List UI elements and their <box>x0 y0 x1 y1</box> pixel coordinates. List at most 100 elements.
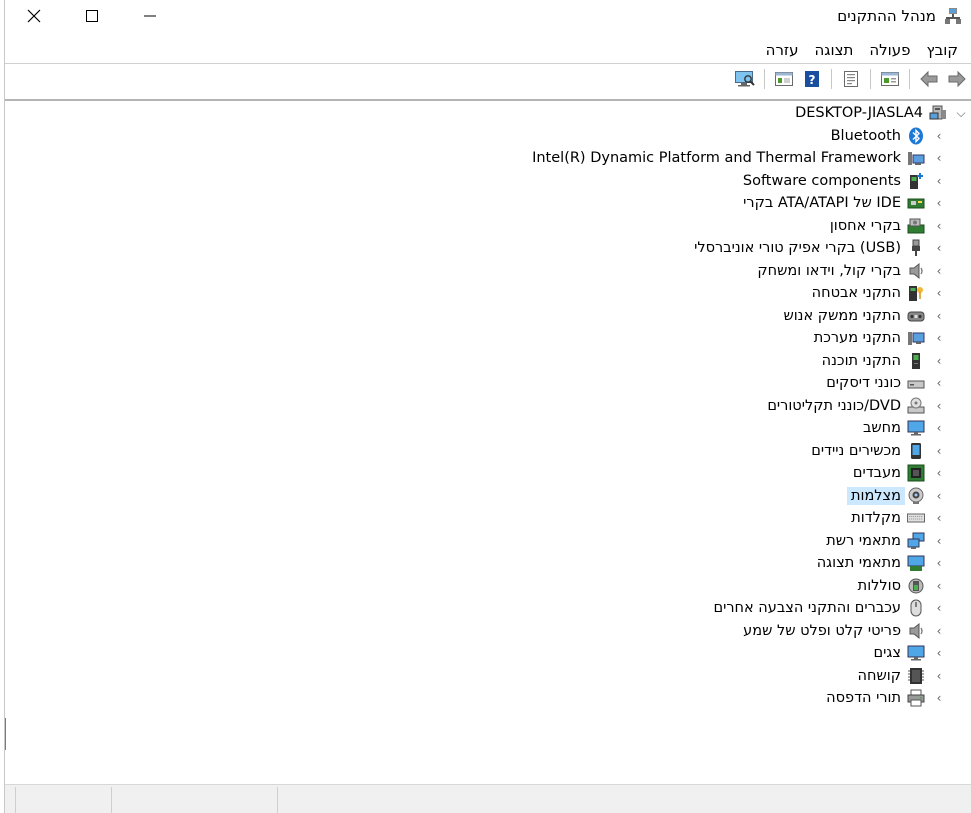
menu-file[interactable]: קובץ <box>919 41 967 59</box>
status-segment <box>277 787 278 813</box>
chevron-left-icon[interactable]: ‹ <box>929 129 949 143</box>
chevron-left-icon[interactable]: ‹ <box>929 331 949 345</box>
printer-icon <box>907 689 925 707</box>
tree-item-label: מקלדות <box>851 510 901 527</box>
tree-item-processors[interactable]: ‹ מעבדים <box>5 462 971 485</box>
tree-item-thermal-framework[interactable]: ‹ Intel(R) Dynamic Platform and Thermal … <box>5 147 971 170</box>
properties-button[interactable] <box>838 67 864 91</box>
toolbar-separator <box>764 69 765 89</box>
chevron-left-icon[interactable]: ‹ <box>929 241 949 255</box>
tree-item-bluetooth[interactable]: ‹ Bluetooth <box>5 125 971 148</box>
back-icon <box>920 70 938 88</box>
tree-item-software-devices[interactable]: ‹ התקני תוכנה <box>5 350 971 373</box>
tree-item-mice[interactable]: ‹ עכברים והתקני הצבעה אחרים <box>5 597 971 620</box>
dvd-drive-icon <box>907 397 925 414</box>
window-title-text: מנהל ההתקנים <box>837 7 936 25</box>
audio-icon <box>909 262 923 279</box>
tree-item-label: בקרי אחסון <box>829 217 901 234</box>
menu-view[interactable]: תצוגה <box>807 41 862 59</box>
chevron-left-icon[interactable]: ‹ <box>929 196 949 210</box>
tree-item-software-components[interactable]: ‹ Software components <box>5 170 971 193</box>
chevron-left-icon[interactable]: ‹ <box>929 376 949 390</box>
device-manager-icon <box>945 8 961 24</box>
system-devices-icon <box>908 332 925 346</box>
close-icon <box>27 9 41 23</box>
tree-item-dvd-drives[interactable]: ‹ כונני תקליטורים/DVD <box>5 395 971 418</box>
tree-item-display-adapters[interactable]: ‹ מתאמי תצוגה <box>5 552 971 575</box>
chevron-left-icon[interactable]: ‹ <box>929 151 949 165</box>
tree-item-storage-controllers[interactable]: ‹ בקרי אחסון <box>5 215 971 238</box>
tree-item-label: מצלמות <box>846 486 905 505</box>
properties-icon <box>844 71 858 87</box>
show-hide-console-tree-button[interactable] <box>877 67 903 91</box>
help-button[interactable]: ? <box>799 67 825 91</box>
menu-help[interactable]: עזרה <box>758 41 807 59</box>
tree-item-audio-io[interactable]: ‹ פריטי קלט ופלט של שמע <box>5 620 971 643</box>
tree-item-monitors[interactable]: ‹ צגים <box>5 642 971 665</box>
title-bar: מנהל ההתקנים <box>5 0 971 32</box>
tree-item-portable-devices[interactable]: ‹ מכשירים ניידים <box>5 440 971 463</box>
tree-item-label: קושחה <box>857 667 901 684</box>
mouse-icon <box>910 599 922 617</box>
chevron-left-icon[interactable]: ‹ <box>929 534 949 548</box>
back-button[interactable] <box>916 67 942 91</box>
forward-button[interactable] <box>944 67 970 91</box>
chevron-left-icon[interactable]: ‹ <box>929 646 949 660</box>
view-pane-button[interactable] <box>771 67 797 91</box>
tree-item-hid[interactable]: ‹ התקני ממשק אנוש <box>5 305 971 328</box>
chevron-left-icon[interactable]: ‹ <box>929 399 949 413</box>
status-bar <box>5 784 971 813</box>
tree-item-network-adapters[interactable]: ‹ מתאמי רשת <box>5 530 971 553</box>
chevron-left-icon[interactable]: ‹ <box>929 444 949 458</box>
tree-item-label: בקרי אפיק טורי אוניברסלי (USB) <box>694 240 901 257</box>
close-button[interactable] <box>5 0 63 32</box>
battery-icon <box>908 578 924 594</box>
chevron-left-icon[interactable]: ‹ <box>929 601 949 615</box>
chevron-left-icon[interactable]: ‹ <box>929 354 949 368</box>
tree-root[interactable]: ⌵ DESKTOP-JIASLA4 <box>5 102 971 125</box>
chevron-left-icon[interactable]: ‹ <box>929 309 949 323</box>
tree-item-firmware[interactable]: ‹ קושחה <box>5 665 971 688</box>
toolbar-separator <box>909 69 910 89</box>
chevron-left-icon[interactable]: ‹ <box>929 691 949 705</box>
splitter-marker <box>5 718 6 750</box>
tree-item-print-queues[interactable]: ‹ תורי הדפסה <box>5 687 971 710</box>
show-hide-console-tree-icon <box>881 72 899 86</box>
chevron-left-icon[interactable]: ‹ <box>929 556 949 570</box>
chevron-left-icon[interactable]: ‹ <box>929 421 949 435</box>
chevron-left-icon[interactable]: ‹ <box>929 511 949 525</box>
monitor-icon <box>907 420 925 436</box>
chevron-left-icon[interactable]: ‹ <box>929 286 949 300</box>
ide-controller-icon <box>907 198 925 209</box>
chevron-left-icon[interactable]: ‹ <box>929 669 949 683</box>
tree-item-ide-controllers[interactable]: ‹ בקרי ATA/ATAPI של IDE <box>5 192 971 215</box>
chevron-left-icon[interactable]: ‹ <box>929 466 949 480</box>
tree-item-computer[interactable]: ‹ מחשב <box>5 417 971 440</box>
tree-item-disk-drives[interactable]: ‹ כונני דיסקים <box>5 372 971 395</box>
minimize-button[interactable] <box>121 0 179 32</box>
tree-item-label: Bluetooth <box>830 127 901 144</box>
status-segment <box>111 787 112 813</box>
tree-item-keyboards[interactable]: ‹ מקלדות <box>5 507 971 530</box>
tree-item-label: Intel(R) Dynamic Platform and Thermal Fr… <box>532 150 901 167</box>
chevron-left-icon[interactable]: ‹ <box>929 579 949 593</box>
tree-item-sound-video-game[interactable]: ‹ בקרי קול, וידאו ומשחק <box>5 260 971 283</box>
tree-item-label: מתאמי רשת <box>826 532 901 549</box>
tree-item-batteries[interactable]: ‹ סוללות <box>5 575 971 598</box>
scan-hardware-button[interactable] <box>732 67 758 91</box>
chevron-left-icon[interactable]: ‹ <box>929 624 949 638</box>
chevron-down-icon[interactable]: ⌵ <box>951 106 971 121</box>
menu-action[interactable]: פעולה <box>861 41 918 59</box>
chevron-left-icon[interactable]: ‹ <box>929 219 949 233</box>
tree-item-usb[interactable]: ‹ בקרי אפיק טורי אוניברסלי (USB) <box>5 237 971 260</box>
tree-item-label: תורי הדפסה <box>826 690 901 707</box>
display-adapter-icon <box>907 555 925 572</box>
computer-icon <box>929 105 946 120</box>
tree-item-cameras[interactable]: ‹ מצלמות <box>5 485 971 508</box>
tree-item-system-devices[interactable]: ‹ התקני מערכת <box>5 327 971 350</box>
chevron-left-icon[interactable]: ‹ <box>929 489 949 503</box>
chevron-left-icon[interactable]: ‹ <box>929 174 949 188</box>
chevron-left-icon[interactable]: ‹ <box>929 264 949 278</box>
maximize-button[interactable] <box>63 0 121 32</box>
tree-item-security-devices[interactable]: ‹ התקני אבטחה <box>5 282 971 305</box>
